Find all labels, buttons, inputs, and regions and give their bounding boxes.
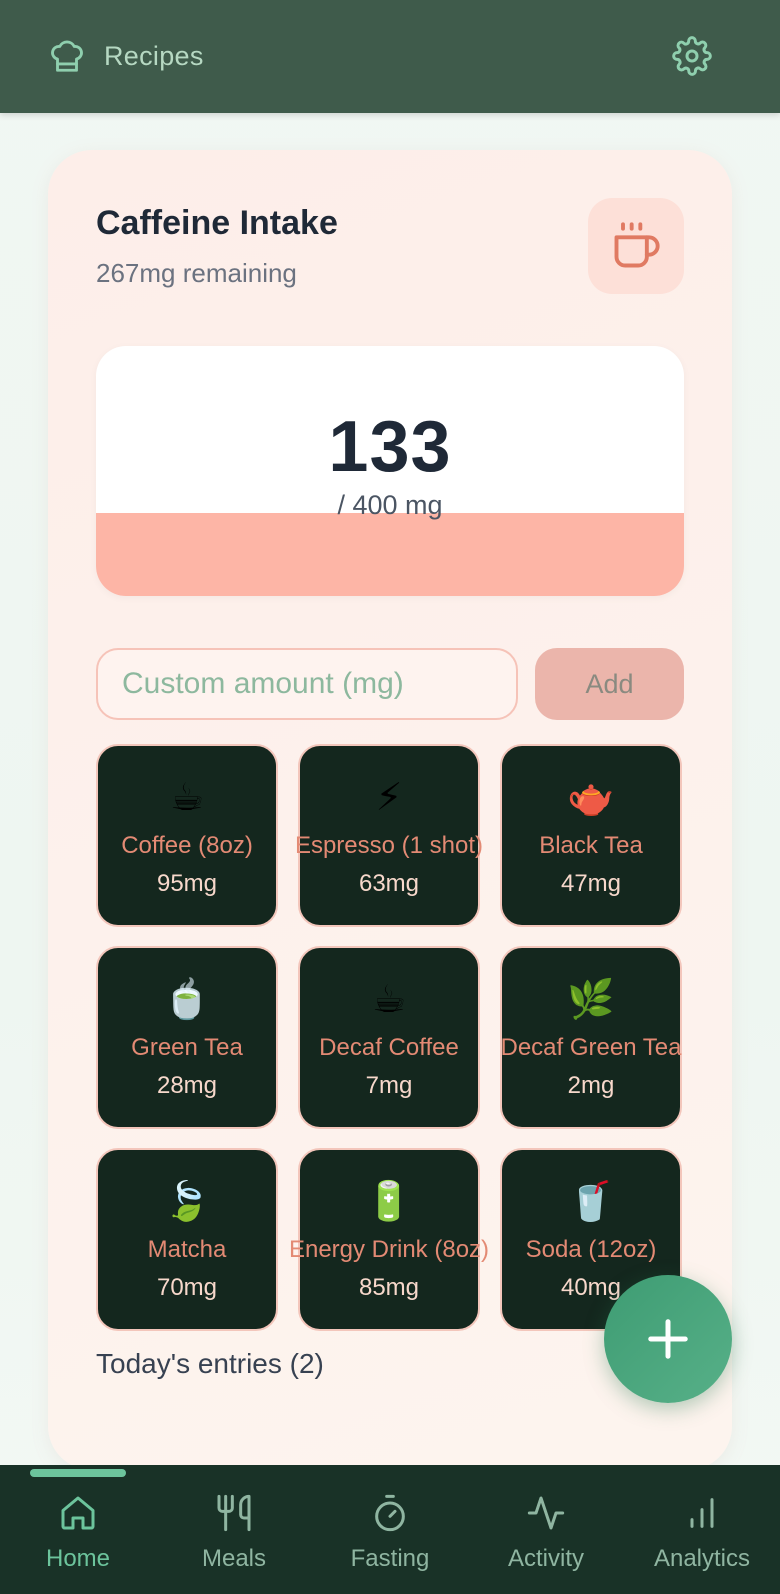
nav-meals[interactable]: Meals — [156, 1487, 312, 1581]
todays-entries-toggle[interactable]: Today's entries (2) — [96, 1348, 324, 1380]
drink-caffeine-mg: 7mg — [365, 1072, 413, 1099]
coffee-cup-icon — [614, 222, 660, 268]
gear-icon — [672, 36, 712, 76]
top-header: Recipes — [0, 0, 780, 113]
nav-label-home: Home — [45, 1545, 111, 1572]
drink-name: Decaf Coffee — [319, 1034, 459, 1061]
home-icon — [61, 1496, 95, 1530]
plus-icon — [648, 1319, 688, 1359]
drink-emoji-icon: ☕ — [371, 977, 407, 1021]
settings-button[interactable] — [672, 36, 712, 76]
drink-caffeine-mg: 63mg — [358, 870, 420, 897]
drink-emoji-icon: 🍵 — [163, 977, 211, 1021]
drink-caffeine-mg: 95mg — [156, 870, 218, 897]
drink-emoji-icon: 🔋 — [365, 1179, 413, 1223]
nav-label-meals: Meals — [201, 1545, 267, 1572]
custom-amount-input[interactable] — [96, 648, 518, 720]
drink-name: Decaf Green Tea — [500, 1034, 682, 1061]
drink-caffeine-mg: 28mg — [156, 1072, 218, 1099]
drink-emoji-icon: 🌿 — [567, 977, 615, 1021]
chef-hat-icon — [51, 40, 83, 72]
drink-name: Soda (12oz) — [525, 1236, 657, 1263]
drink-emoji-icon: 🥤 — [567, 1179, 615, 1223]
nav-fasting[interactable]: Fasting — [312, 1487, 468, 1581]
nav-label-fasting: Fasting — [350, 1545, 430, 1572]
bar-chart-icon — [690, 1498, 714, 1528]
drink-tile[interactable]: 🫖 Black Tea 47mg — [500, 744, 682, 927]
nav-activity[interactable]: Activity — [468, 1487, 624, 1581]
drink-tile[interactable]: ☕ Decaf Coffee 7mg — [298, 946, 480, 1129]
drink-name: Matcha — [147, 1236, 227, 1263]
timer-icon — [375, 1494, 405, 1532]
drink-name: Black Tea — [539, 832, 643, 859]
coffee-badge — [588, 198, 684, 294]
nav-label-activity: Activity — [507, 1545, 584, 1572]
activity-icon — [527, 1496, 565, 1530]
drink-caffeine-mg: 70mg — [156, 1274, 218, 1301]
drink-tile[interactable]: 🔋 Energy Drink (8oz) 85mg — [289, 1148, 489, 1331]
caffeine-card: Caffeine Intake 267mg remaining 133 / 40… — [48, 150, 732, 1470]
drink-tile[interactable]: ☕ Coffee (8oz) 95mg — [96, 744, 278, 927]
drink-caffeine-mg: 2mg — [567, 1072, 615, 1099]
drink-tile[interactable]: 🍵 Green Tea 28mg — [96, 946, 278, 1129]
drink-tile[interactable]: ⚡ Espresso (1 shot) 63mg — [295, 744, 483, 927]
card-title: Caffeine Intake — [96, 204, 338, 242]
drink-caffeine-mg: 85mg — [358, 1274, 420, 1301]
drink-name: Energy Drink (8oz) — [288, 1236, 490, 1263]
caffeine-max: / 400 mg — [337, 490, 443, 520]
drink-name: Coffee (8oz) — [121, 832, 253, 859]
drink-emoji-icon: 🍃 — [163, 1179, 211, 1223]
drink-grid: ☕ Coffee (8oz) 95mg ⚡ Espresso (1 shot) 63mg 🫖… — [96, 744, 686, 1331]
add-fab-button[interactable] — [604, 1275, 732, 1403]
drink-name: Green Tea — [131, 1034, 243, 1061]
caffeine-value: 133 — [328, 407, 452, 487]
drink-emoji-icon: ☕ — [169, 775, 205, 819]
drink-tile[interactable]: 🌿 Decaf Green Tea 2mg — [500, 946, 682, 1129]
active-tab-indicator — [30, 1469, 126, 1477]
utensils-icon — [217, 1494, 251, 1532]
bottom-nav: Home Meals Fasting Activity Analytics — [0, 1465, 780, 1594]
nav-label-analytics: Analytics — [653, 1545, 751, 1572]
recipes-button[interactable]: Recipes — [48, 36, 204, 76]
drink-tile[interactable]: 🍃 Matcha 70mg — [96, 1148, 278, 1331]
drink-emoji-icon: 🫖 — [567, 775, 615, 819]
drink-emoji-icon: ⚡ — [375, 775, 403, 819]
caffeine-gauge: 133 / 400 mg — [96, 346, 684, 596]
drink-name: Espresso (1 shot) — [294, 832, 484, 859]
nav-analytics[interactable]: Analytics — [624, 1487, 780, 1581]
remaining-text: 267mg remaining — [96, 258, 297, 288]
drink-caffeine-mg: 47mg — [560, 870, 622, 897]
recipes-label: Recipes — [104, 40, 204, 71]
add-button[interactable]: Add — [535, 648, 684, 720]
nav-home[interactable]: Home — [0, 1487, 156, 1581]
gauge-fill — [96, 512, 684, 596]
